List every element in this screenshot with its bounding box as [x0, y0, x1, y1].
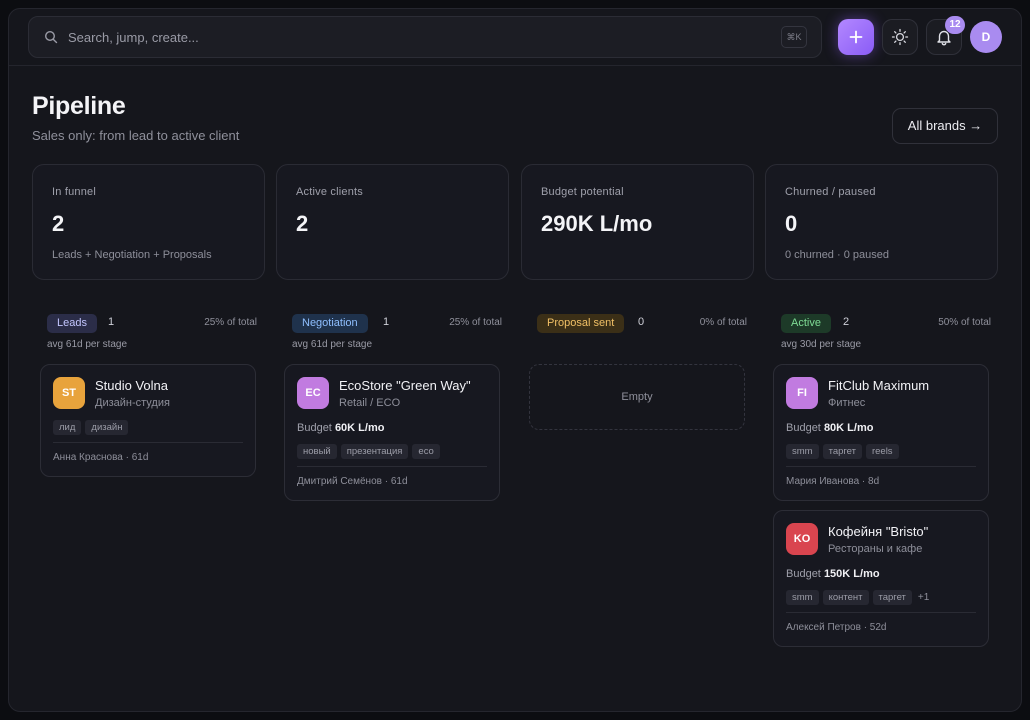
- stat-card-in-funnel: In funnel 2 Leads + Negotiation + Propos…: [32, 164, 265, 280]
- stat-label: Budget potential: [541, 186, 624, 198]
- client-name: Кофейня "Bristo": [828, 524, 929, 539]
- more-tags-count[interactable]: +1: [918, 592, 929, 603]
- theme-toggle-button[interactable]: [882, 19, 918, 55]
- stage-percent: 0% of total: [699, 317, 747, 328]
- stat-note: 0 churned · 0 paused: [785, 249, 889, 261]
- client-name: EcoStore "Green Way": [339, 378, 471, 393]
- tag: reels: [865, 444, 899, 459]
- stage-count: 1: [383, 316, 390, 328]
- card-owner: Алексей Петров · 52d: [786, 622, 887, 633]
- card-divider: [786, 612, 976, 613]
- deal-card[interactable]: ST Studio Volna Дизайн-студия лид дизайн…: [40, 364, 256, 477]
- keyboard-shortcut-hint: ⌘K: [781, 26, 807, 48]
- budget-label: Budget: [786, 422, 821, 434]
- card-budget: Budget 150K L/mo: [786, 568, 880, 580]
- stat-card-budget-potential: Budget potential 290K L/mo: [521, 164, 754, 280]
- stage-average: avg 61d per stage: [292, 339, 373, 350]
- stat-value: 2: [296, 211, 309, 236]
- stage-average: avg 30d per stage: [781, 339, 862, 350]
- client-avatar: EC: [297, 377, 329, 409]
- tag: лид: [53, 420, 82, 435]
- budget-label: Budget: [786, 568, 821, 580]
- card-divider: [297, 466, 487, 467]
- search-bar[interactable]: Search, jump, create... ⌘K: [28, 16, 822, 58]
- card-owner: Дмитрий Семёнов · 61d: [297, 476, 408, 487]
- search-input[interactable]: Search, jump, create...: [68, 30, 199, 45]
- client-avatar: ST: [53, 377, 85, 409]
- plus-icon: [849, 30, 863, 44]
- deal-card[interactable]: FI FitClub Maximum Фитнес Budget 80K L/m…: [773, 364, 989, 501]
- stage-count: 1: [108, 316, 115, 328]
- stage-percent: 25% of total: [204, 317, 257, 328]
- stage-count: 0: [638, 316, 645, 328]
- client-name: Studio Volna: [95, 378, 169, 393]
- tag: таргет: [872, 590, 912, 605]
- client-avatar: KO: [786, 523, 818, 555]
- stat-label: In funnel: [52, 186, 97, 198]
- empty-column-placeholder: Empty: [529, 364, 745, 430]
- app-window: Search, jump, create... ⌘K 12 D Pipeline…: [8, 8, 1022, 712]
- column-header-proposal-sent: Proposal sent 0 0% of total: [537, 314, 747, 354]
- tag-list: smm контент таргет +1: [786, 590, 929, 605]
- tag: eco: [412, 444, 440, 459]
- tag-list: smm таргет reels: [786, 444, 899, 459]
- stat-card-churned-paused: Churned / paused 0 0 churned · 0 paused: [765, 164, 998, 280]
- stage-pill[interactable]: Leads: [47, 314, 97, 333]
- notification-count-badge: 12: [945, 16, 965, 34]
- stat-note: Leads + Negotiation + Proposals: [52, 249, 212, 261]
- tag: таргет: [822, 444, 862, 459]
- sun-icon: [891, 28, 909, 46]
- tag-list: новый презентация eco: [297, 444, 440, 459]
- tag-list: лид дизайн: [53, 420, 129, 435]
- card-owner: Мария Иванова · 8d: [786, 476, 880, 487]
- budget-value: 80K L/mo: [823, 422, 874, 434]
- stat-value: 2: [52, 211, 65, 236]
- deal-card[interactable]: EC EcoStore "Green Way" Retail / ECO Bud…: [284, 364, 500, 501]
- stat-label: Active clients: [296, 186, 363, 198]
- page-title: Pipeline: [32, 92, 126, 120]
- column-header-negotiation: Negotiation 1 25% of total avg 61d per s…: [292, 314, 502, 354]
- stat-card-active-clients: Active clients 2: [276, 164, 509, 280]
- stage-average: avg 61d per stage: [47, 339, 128, 350]
- client-type: Фитнес: [828, 397, 866, 409]
- deal-card[interactable]: KO Кофейня "Bristo" Рестораны и кафе Bud…: [773, 510, 989, 647]
- stat-value: 0: [785, 211, 798, 236]
- tag: контент: [822, 590, 869, 605]
- top-bar: Search, jump, create... ⌘K 12 D: [9, 9, 1021, 66]
- budget-label: Budget: [297, 422, 332, 434]
- stage-pill[interactable]: Negotiation: [292, 314, 368, 333]
- tag: smm: [786, 590, 819, 605]
- card-budget: Budget 80K L/mo: [786, 422, 873, 434]
- all-brands-button[interactable]: All brands →: [892, 108, 998, 144]
- stage-percent: 25% of total: [449, 317, 502, 328]
- stage-count: 2: [843, 316, 850, 328]
- card-divider: [53, 442, 243, 443]
- tag: smm: [786, 444, 819, 459]
- budget-value: 150K L/mo: [823, 568, 880, 580]
- client-type: Дизайн-студия: [95, 397, 170, 409]
- page-subtitle: Sales only: from lead to active client: [32, 128, 240, 143]
- stat-label: Churned / paused: [785, 186, 876, 198]
- client-avatar: FI: [786, 377, 818, 409]
- stage-percent: 50% of total: [938, 317, 991, 328]
- tag: презентация: [340, 444, 409, 459]
- column-header-leads: Leads 1 25% of total avg 61d per stage: [47, 314, 257, 354]
- stage-pill[interactable]: Proposal sent: [537, 314, 625, 333]
- tag: дизайн: [85, 420, 129, 435]
- column-header-active: Active 2 50% of total avg 30d per stage: [781, 314, 991, 354]
- client-name: FitClub Maximum: [828, 378, 930, 393]
- card-owner: Анна Краснова · 61d: [53, 452, 149, 463]
- client-type: Retail / ECO: [339, 397, 401, 409]
- search-icon: [44, 30, 58, 44]
- tag: новый: [297, 444, 337, 459]
- stat-value: 290K L/mo: [541, 211, 653, 236]
- client-type: Рестораны и кафе: [828, 543, 923, 555]
- budget-value: 60K L/mo: [334, 422, 385, 434]
- card-divider: [786, 466, 976, 467]
- create-button[interactable]: [838, 19, 874, 55]
- card-budget: Budget 60K L/mo: [297, 422, 384, 434]
- stage-pill[interactable]: Active: [781, 314, 831, 333]
- user-avatar[interactable]: D: [970, 21, 1002, 53]
